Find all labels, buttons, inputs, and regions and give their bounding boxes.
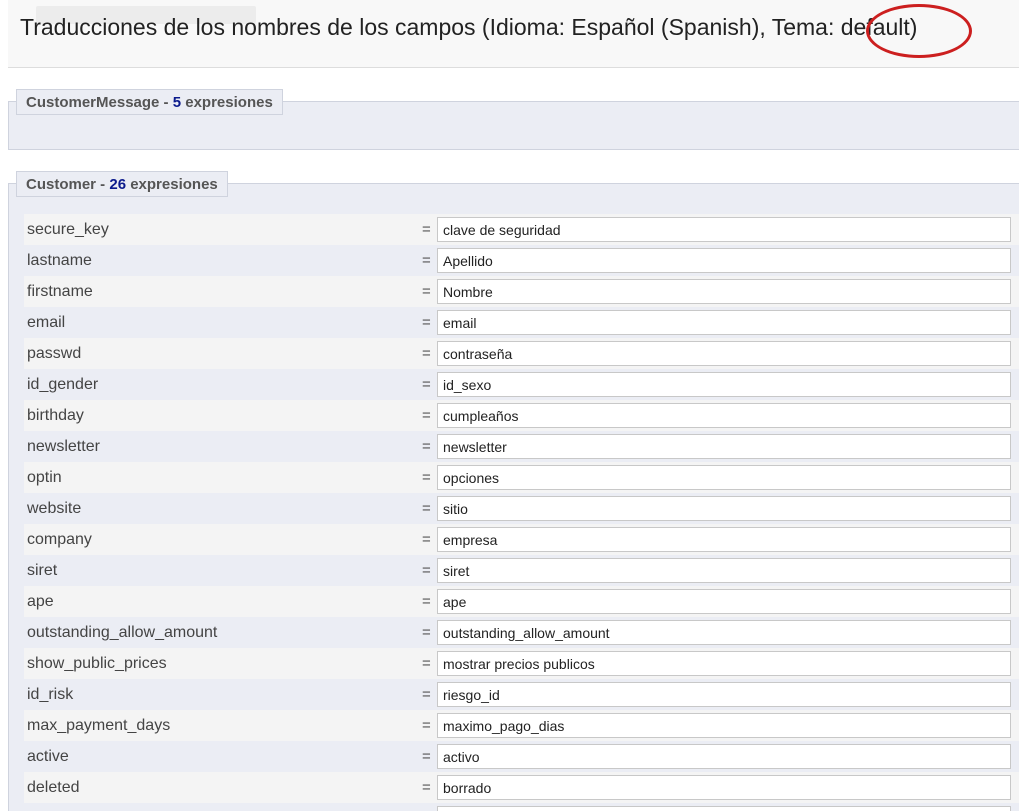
customermessage-legend[interactable]: CustomerMessage - 5 expresiones [16, 89, 283, 115]
table-row: deleted = [24, 772, 1019, 803]
translation-input[interactable] [437, 620, 1011, 645]
translation-input[interactable] [437, 744, 1011, 769]
table-row: secure_key = [24, 214, 1019, 245]
equals-sign: = [422, 686, 431, 703]
equals-sign: = [422, 748, 431, 765]
field-key: website [27, 500, 82, 517]
field-key: secure_key [27, 221, 109, 238]
equals-sign: = [422, 593, 431, 610]
translation-input[interactable] [437, 279, 1011, 304]
table-row: birthday = [24, 400, 1019, 431]
equals-sign: = [422, 345, 431, 362]
section-separator: - [159, 94, 173, 111]
translation-page: Traducciones de los nombres de los campo… [0, 0, 1019, 811]
equals-sign: = [422, 407, 431, 424]
equals-sign: = [422, 314, 431, 331]
field-key: firstname [27, 283, 93, 300]
customer-legend[interactable]: Customer - 26 expresiones [16, 171, 228, 197]
section-count: 5 [172, 94, 182, 111]
table-row: email = [24, 307, 1019, 338]
section-name: Customer [26, 176, 97, 193]
field-key: ape [27, 593, 54, 610]
equals-sign: = [422, 252, 431, 269]
field-key: birthday [27, 407, 84, 424]
translation-input[interactable] [437, 558, 1011, 583]
field-key: id_risk [27, 686, 74, 703]
translation-input[interactable] [437, 465, 1011, 490]
table-row: max_payment_days = [24, 710, 1019, 741]
equals-sign: = [422, 562, 431, 579]
field-key: optin [27, 469, 62, 486]
translation-rows: secure_key= lastname= firstname= email= … [24, 214, 1019, 811]
section-count: 26 [109, 176, 127, 193]
table-row: = [24, 803, 1019, 811]
translation-input[interactable] [437, 775, 1011, 800]
translation-input[interactable] [437, 496, 1011, 521]
translation-input[interactable] [437, 372, 1011, 397]
field-key: company [27, 531, 92, 548]
translation-input[interactable] [437, 682, 1011, 707]
equals-sign: = [422, 376, 431, 393]
field-key: deleted [27, 779, 80, 796]
table-row: passwd = [24, 338, 1019, 369]
translation-input[interactable] [437, 310, 1011, 335]
equals-sign: = [422, 469, 431, 486]
table-row: optin = [24, 462, 1019, 493]
field-key: siret [27, 562, 58, 579]
equals-sign: = [422, 500, 431, 517]
table-row: newsletter = [24, 431, 1019, 462]
field-key: active [27, 748, 69, 765]
equals-sign: = [422, 531, 431, 548]
page-header: Traducciones de los nombres de los campo… [8, 0, 1019, 68]
table-row: id_risk = [24, 679, 1019, 710]
table-row: ape = [24, 586, 1019, 617]
table-row: firstname = [24, 276, 1019, 307]
field-key: email [27, 314, 66, 331]
translation-input[interactable] [437, 434, 1011, 459]
equals-sign: = [422, 438, 431, 455]
table-row: company = [24, 524, 1019, 555]
translation-input[interactable] [437, 527, 1011, 552]
translation-input[interactable] [437, 651, 1011, 676]
table-row: website = [24, 493, 1019, 524]
page-title: Traducciones de los nombres de los campo… [20, 14, 918, 40]
section-suffix: expresiones [126, 176, 218, 193]
field-key: show_public_prices [27, 655, 167, 672]
section-separator: - [96, 176, 110, 193]
translation-input[interactable] [437, 713, 1011, 738]
translation-input[interactable] [437, 403, 1011, 428]
field-key: id_gender [27, 376, 99, 393]
equals-sign: = [422, 221, 431, 238]
translation-input[interactable] [437, 248, 1011, 273]
section-suffix: expresiones [181, 94, 273, 111]
equals-sign: = [422, 717, 431, 734]
translation-input[interactable] [437, 217, 1011, 242]
field-key: newsletter [27, 438, 100, 455]
field-key: max_payment_days [27, 717, 171, 734]
table-row: active = [24, 741, 1019, 772]
field-key: lastname [27, 252, 92, 269]
translation-input[interactable] [437, 806, 1011, 811]
section-name: CustomerMessage [26, 94, 160, 111]
table-row: show_public_prices = [24, 648, 1019, 679]
table-row: lastname = [24, 245, 1019, 276]
translation-input[interactable] [437, 341, 1011, 366]
equals-sign: = [422, 655, 431, 672]
field-key: passwd [27, 345, 82, 362]
table-row: outstanding_allow_amount = [24, 617, 1019, 648]
equals-sign: = [422, 283, 431, 300]
equals-sign: = [422, 779, 431, 796]
table-row: id_gender = [24, 369, 1019, 400]
translation-input[interactable] [437, 589, 1011, 614]
table-row: siret = [24, 555, 1019, 586]
equals-sign: = [422, 624, 431, 641]
field-key: outstanding_allow_amount [27, 624, 218, 641]
